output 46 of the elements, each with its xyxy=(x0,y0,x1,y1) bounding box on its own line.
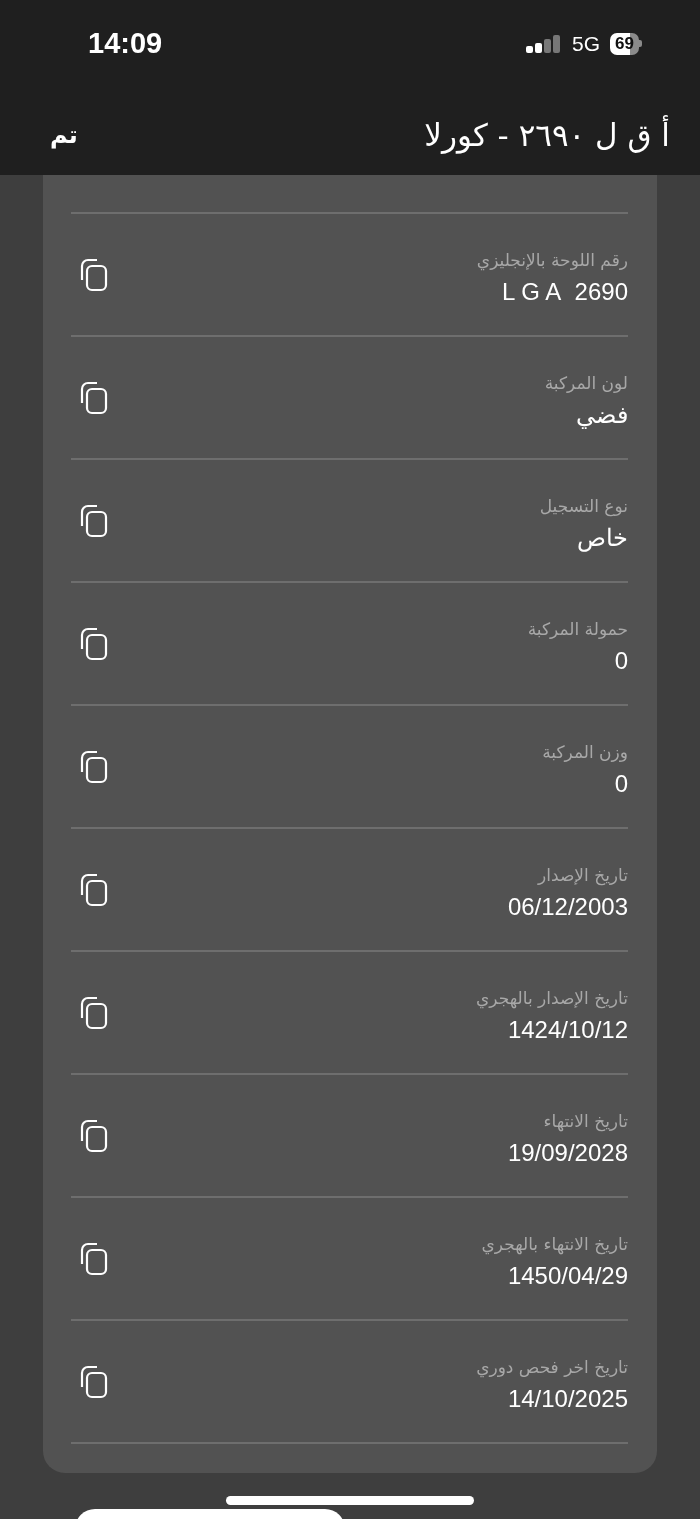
field-value: 0 xyxy=(614,646,628,675)
copy-button[interactable] xyxy=(79,257,109,292)
field-value: فضي xyxy=(576,400,628,429)
copy-icon xyxy=(79,995,109,1030)
copy-button[interactable] xyxy=(79,626,109,661)
field-value: 06/12/2003 xyxy=(507,892,628,921)
copy-icon xyxy=(79,626,109,661)
field-label: رقم اللوحة بالإنجليزي xyxy=(476,249,628,270)
copy-button[interactable] xyxy=(79,1364,109,1399)
copy-icon xyxy=(79,257,109,292)
field-value: 19/09/2028 xyxy=(507,1138,628,1167)
field-label: لون المركبة xyxy=(544,372,628,393)
field-value: 0 xyxy=(614,769,628,798)
copy-button[interactable] xyxy=(79,872,109,907)
network-label: 5G xyxy=(572,31,601,56)
signal-icon xyxy=(526,33,563,54)
copy-icon xyxy=(79,1364,109,1399)
field-value: 1424/10/12 xyxy=(507,1015,628,1044)
copy-button[interactable] xyxy=(79,380,109,415)
copy-icon xyxy=(79,380,109,415)
copy-icon xyxy=(79,1241,109,1276)
copy-button[interactable] xyxy=(79,749,109,784)
field-label: تاريخ الانتهاء بالهجري xyxy=(481,1233,628,1254)
header-title: أ ق ل ٢٦٩٠ - كورلا xyxy=(424,117,670,153)
field-label: تاريخ اخر فحص دوري xyxy=(476,1356,628,1377)
field-label: تاريخ الإصدار xyxy=(538,864,628,885)
field-label: وزن المركبة xyxy=(542,741,628,762)
done-button[interactable]: تم xyxy=(50,121,78,149)
copy-button[interactable] xyxy=(79,503,109,538)
copy-icon xyxy=(79,503,109,538)
copy-icon xyxy=(79,1118,109,1153)
copy-button[interactable] xyxy=(79,995,109,1030)
field-label: تاريخ الإصدار بالهجري xyxy=(476,987,628,1008)
field-label: حمولة المركبة xyxy=(527,618,628,639)
copy-button[interactable] xyxy=(79,1241,109,1276)
field-value: 1450/04/29 xyxy=(507,1261,628,1290)
field-value: خاص xyxy=(577,523,628,552)
clock-time: 14:09 xyxy=(88,27,163,60)
field-label: نوع التسجيل xyxy=(539,495,628,516)
copy-icon xyxy=(79,749,109,784)
copy-icon xyxy=(79,872,109,907)
field-label: تاريخ الانتهاء xyxy=(543,1110,628,1131)
battery-icon: 69 xyxy=(610,32,642,55)
field-value: 2690 L G A xyxy=(502,277,628,306)
copy-button[interactable] xyxy=(79,1118,109,1153)
field-value: 14/10/2025 xyxy=(507,1384,628,1413)
